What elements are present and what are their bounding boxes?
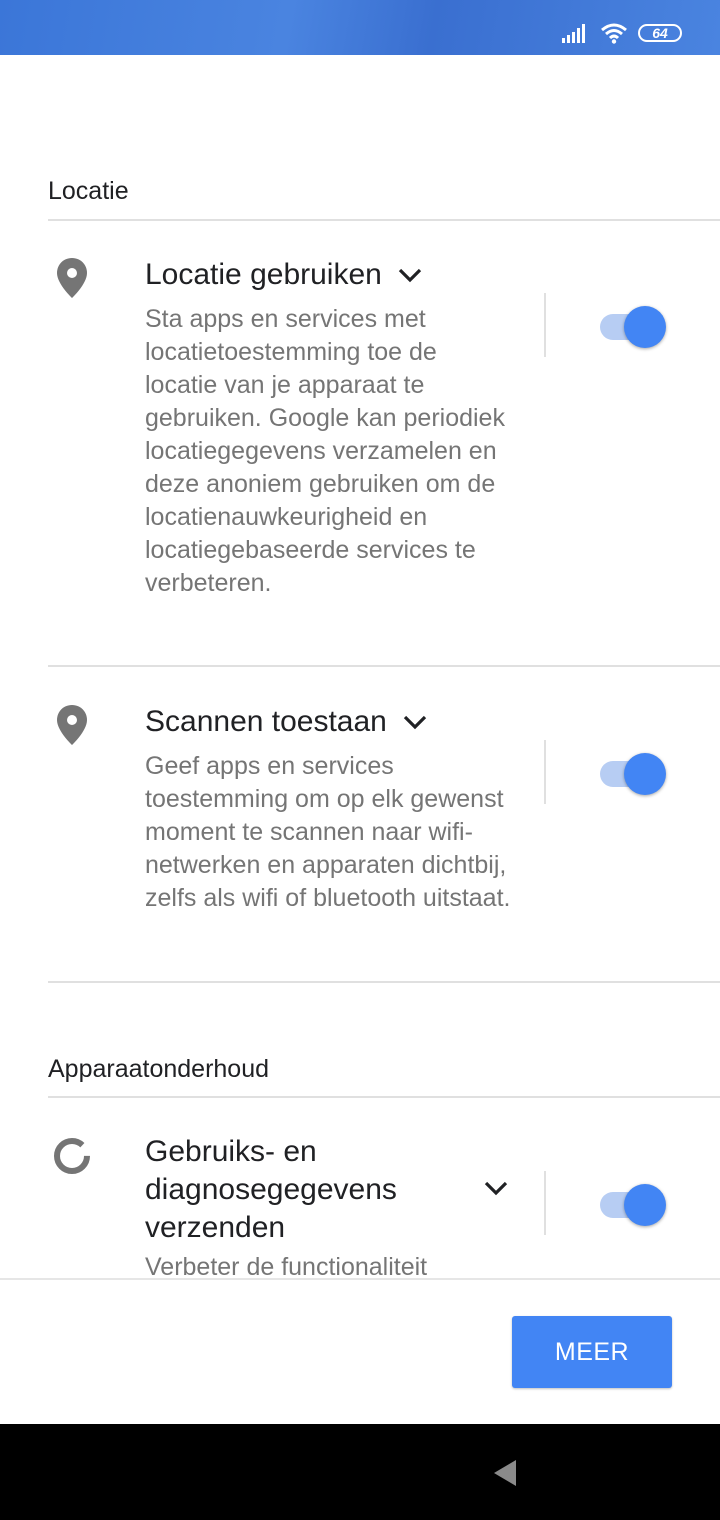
signal-icon — [562, 24, 585, 43]
section-header-location: Locatie — [48, 177, 129, 205]
setting-use-location[interactable]: Locatie gebruiken Sta apps en services m… — [0, 250, 720, 660]
diagnostics-ring-icon — [54, 1138, 90, 1174]
setting-description: Verbeter de functionaliteit — [145, 1253, 428, 1278]
setting-title-row[interactable]: Locatie gebruiken — [145, 256, 424, 294]
toggle-thumb — [624, 753, 666, 795]
settings-content[interactable]: Locatie Locatie gebruiken Sta apps en se… — [0, 55, 720, 1278]
setting-title: Locatie gebruiken — [145, 258, 382, 291]
divider — [48, 219, 720, 221]
status-icons: 64 — [562, 22, 682, 44]
navigation-bar — [0, 1424, 720, 1520]
vertical-separator — [544, 293, 546, 357]
chevron-down-icon[interactable] — [482, 1174, 510, 1202]
battery-indicator: 64 — [638, 24, 682, 42]
chevron-down-icon[interactable] — [401, 708, 429, 736]
divider — [48, 1096, 720, 1098]
back-icon[interactable] — [490, 1458, 520, 1488]
toggle-thumb — [624, 306, 666, 348]
section-header-maintenance: Apparaatonderhoud — [48, 1055, 270, 1083]
use-location-toggle[interactable] — [600, 306, 666, 348]
location-pin-icon — [57, 705, 87, 745]
setting-usage-diagnostics[interactable]: Gebruiks- en diagnosegegevens verzenden … — [0, 1130, 720, 1278]
setting-title-row[interactable]: Scannen toestaan — [145, 703, 429, 741]
vertical-separator — [544, 740, 546, 804]
setting-title: Gebruiks- en diagnosegegevens verzenden — [145, 1135, 397, 1244]
setting-allow-scanning[interactable]: Scannen toestaan Geef apps en services t… — [0, 697, 720, 987]
wifi-icon — [601, 23, 627, 44]
more-button[interactable]: MEER — [512, 1316, 672, 1388]
allow-scanning-toggle[interactable] — [600, 753, 666, 795]
usage-diagnostics-toggle[interactable] — [600, 1184, 666, 1226]
location-pin-icon — [57, 258, 87, 298]
setting-title: Scannen toestaan — [145, 705, 387, 738]
setting-description: Geef apps en services toestemming om op … — [145, 752, 511, 912]
status-bar: 64 — [0, 0, 720, 55]
setting-description: Sta apps en services met locatietoestemm… — [145, 305, 505, 597]
vertical-separator — [544, 1171, 546, 1235]
footer-divider — [0, 1278, 720, 1280]
chevron-down-icon[interactable] — [396, 261, 424, 289]
battery-level: 64 — [652, 25, 668, 41]
toggle-thumb — [624, 1184, 666, 1226]
divider — [48, 665, 720, 667]
divider — [48, 981, 720, 983]
